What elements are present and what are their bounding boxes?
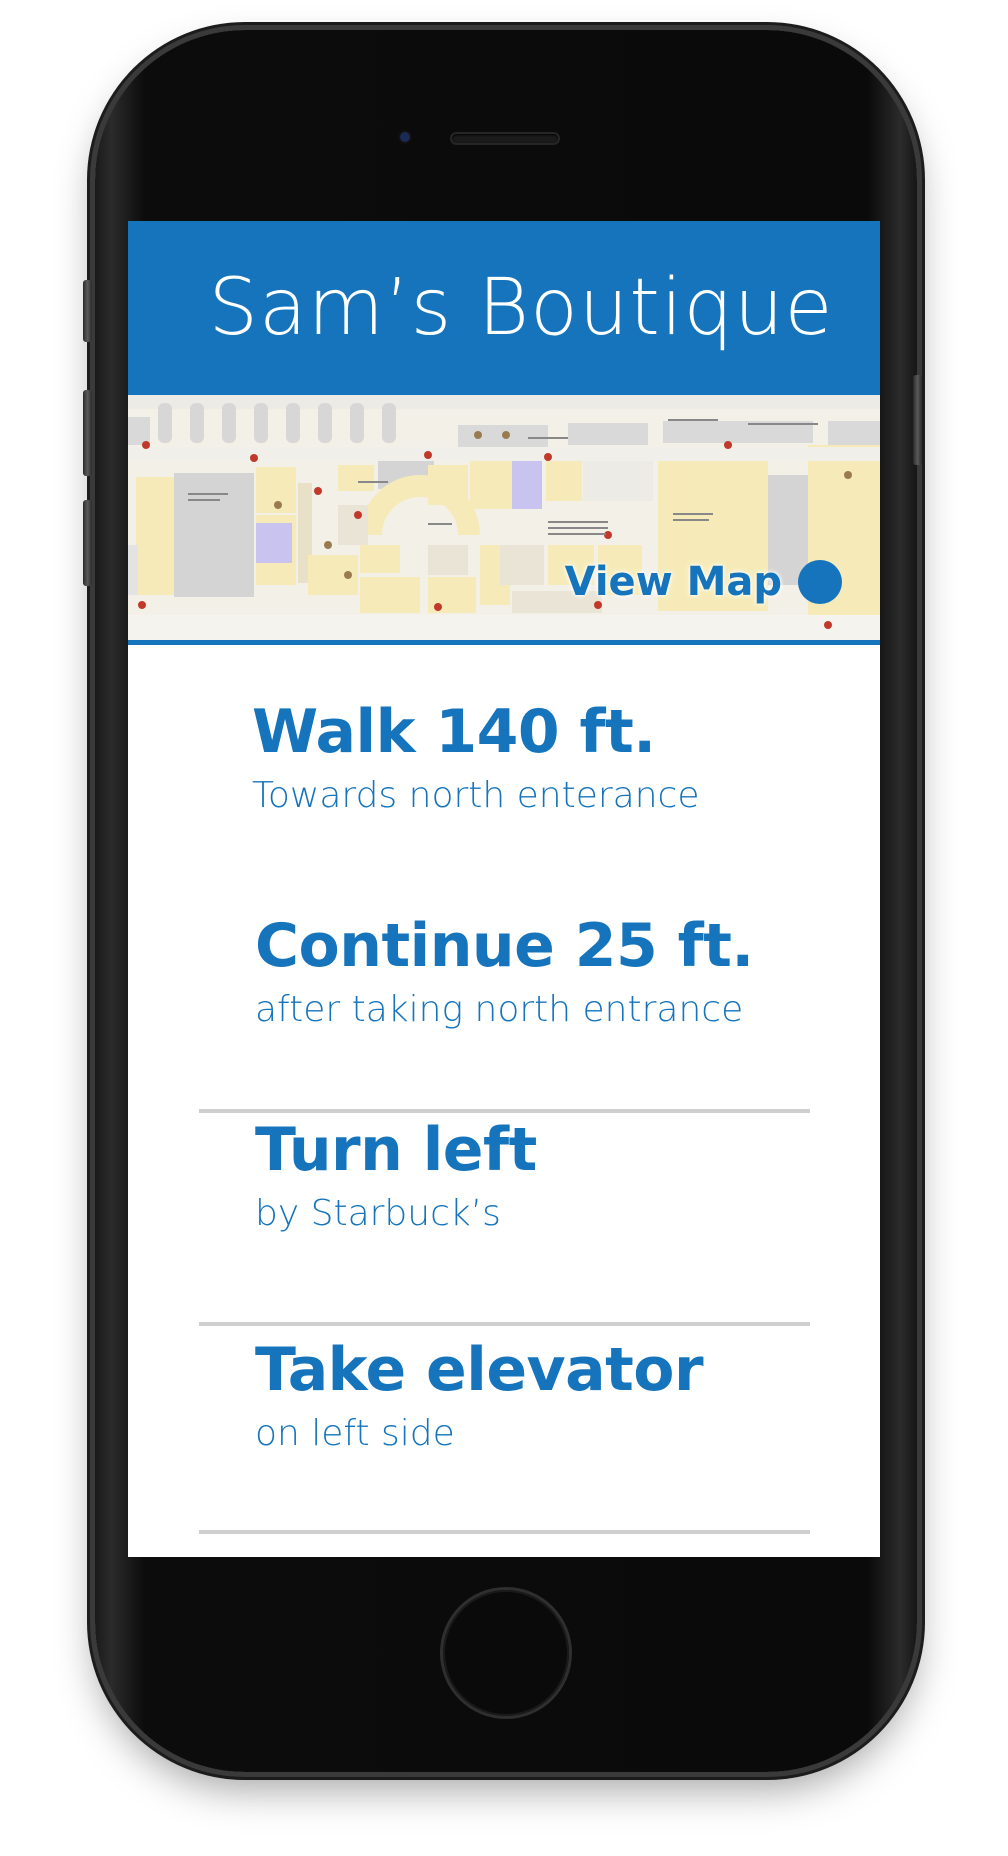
divider [199, 1109, 810, 1113]
step-title: Walk 140 ft. [252, 697, 656, 767]
map-preview[interactable]: View Map [128, 395, 880, 645]
page-title: Sam’s Boutique [208, 263, 834, 353]
earpiece-speaker [452, 134, 558, 143]
step-subtitle: after taking north entrance [255, 989, 744, 1030]
step-subtitle: by Starbuck’s [255, 1193, 501, 1234]
view-map-button[interactable]: View Map [565, 559, 842, 605]
home-button[interactable] [443, 1590, 569, 1716]
step-subtitle: Towards north enterance [252, 775, 700, 816]
mute-switch [83, 280, 92, 342]
step-title: Continue 25 ft. [255, 911, 754, 981]
divider [199, 1322, 810, 1326]
volume-down-button [83, 500, 92, 586]
app-header: Sam’s Boutique [128, 221, 880, 395]
app-screen: Sam’s Boutique View Map Walk 140 ft. Tow… [128, 221, 880, 1557]
power-button [913, 375, 922, 465]
step-title: Take elevator [255, 1335, 704, 1405]
divider [199, 1530, 810, 1534]
location-dot-icon [798, 560, 842, 604]
view-map-label: View Map [564, 559, 782, 605]
step-subtitle: on left side [255, 1413, 455, 1454]
front-camera [400, 132, 410, 142]
step-title: Turn left [255, 1115, 537, 1185]
volume-up-button [83, 390, 92, 476]
